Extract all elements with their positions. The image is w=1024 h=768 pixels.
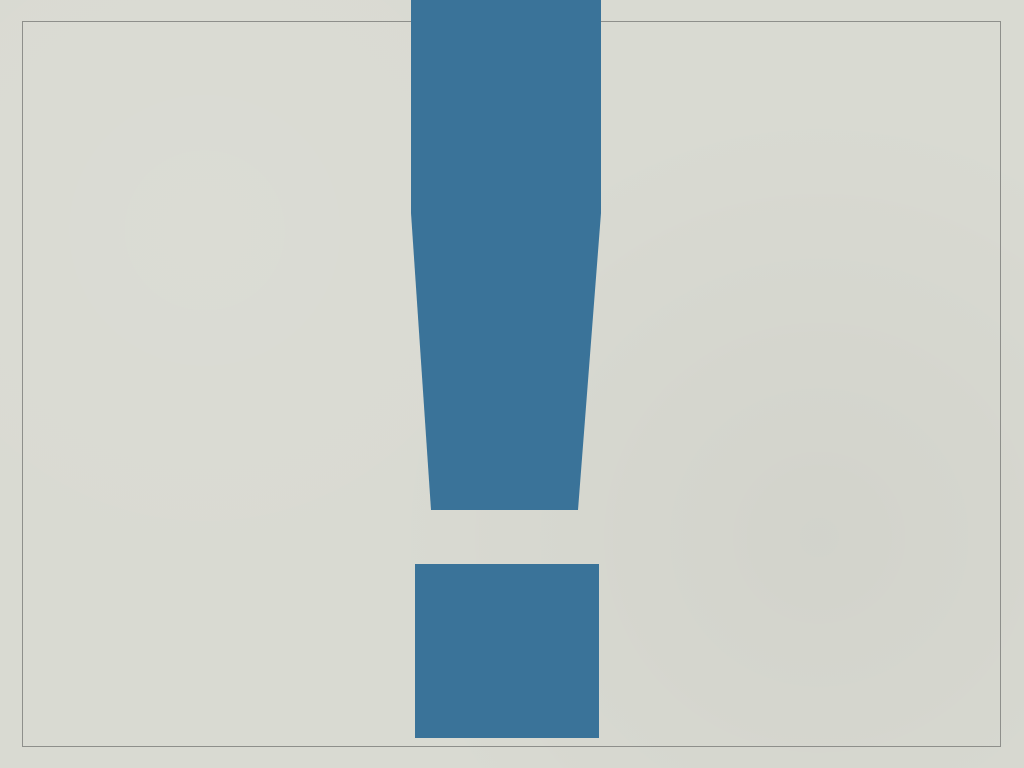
exclamation-dot xyxy=(415,564,599,738)
exclamation-stroke xyxy=(411,0,601,510)
exclamation-mark-icon xyxy=(411,0,601,738)
slide xyxy=(0,0,1024,768)
